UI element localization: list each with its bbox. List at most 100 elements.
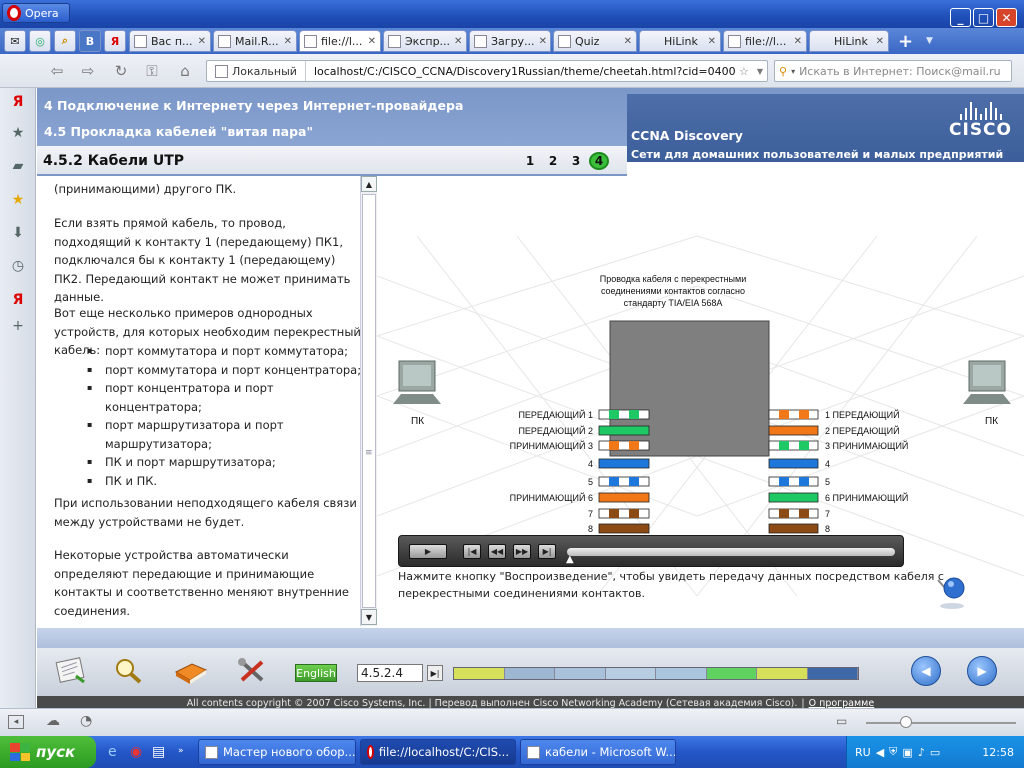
search-field[interactable]: ⚲ ▾ Искать в Интернет: Поиск@mail.ru — [774, 60, 1012, 82]
about-link[interactable]: О программе — [809, 698, 875, 709]
scroll-thumb[interactable] — [362, 194, 376, 608]
browser-tab[interactable]: Загру... ✕ — [469, 30, 551, 52]
go-to-page-button[interactable]: ▶| — [427, 665, 443, 681]
browser-tab[interactable]: Mail.R... ✕ — [213, 30, 297, 52]
new-tab-button[interactable]: + — [898, 31, 913, 52]
widgets-button[interactable]: ⌕ — [54, 30, 76, 52]
close-tab-icon[interactable]: ✕ — [284, 36, 292, 47]
dropdown-chevron-icon[interactable]: ▼ — [753, 67, 767, 76]
network-icon[interactable]: ▣ — [902, 746, 912, 759]
close-tab-icon[interactable]: ✕ — [454, 36, 462, 47]
close-tab-icon[interactable]: ✕ — [624, 36, 632, 47]
mail-panel-button[interactable]: ✉ — [4, 30, 26, 52]
yandex-icon[interactable]: Я — [8, 92, 28, 112]
add-panel-icon[interactable]: + — [8, 316, 28, 336]
progress-segment[interactable] — [757, 668, 808, 679]
yandex-button[interactable]: Я — [104, 30, 126, 52]
panel-toggle-icon[interactable]: ◂ — [8, 715, 24, 729]
forward-arrow-icon[interactable]: ⇨ — [79, 62, 97, 80]
back-arrow-icon[interactable]: ⇦ — [48, 62, 66, 80]
progress-segment[interactable] — [706, 668, 757, 679]
minimize-button[interactable]: _ — [950, 8, 971, 27]
monitor-icon[interactable]: ▭ — [930, 746, 940, 759]
next-page-button[interactable]: ▶ — [967, 656, 997, 686]
scroll-up-icon[interactable]: ▲ — [361, 176, 377, 192]
shield-icon[interactable]: ⛨ — [889, 745, 897, 759]
bookmarks-star-icon[interactable]: ★ — [8, 123, 28, 143]
progress-segment[interactable] — [454, 668, 505, 679]
chrome-icon[interactable]: ◉ — [130, 744, 142, 760]
language-button[interactable]: English — [295, 664, 337, 682]
search-engine-chevron-icon[interactable]: ▾ — [791, 67, 795, 76]
progress-segment[interactable] — [555, 668, 606, 679]
key-icon[interactable]: ⚿ — [143, 62, 161, 80]
zoom-slider[interactable] — [866, 722, 1016, 724]
speed-dial-icon[interactable]: ◔ — [80, 713, 92, 729]
playhead-icon[interactable]: ▲ — [566, 554, 574, 565]
browser-tab[interactable]: Вас п... ✕ — [129, 30, 211, 52]
first-frame-button[interactable]: |◀ — [463, 544, 481, 559]
progress-segment[interactable] — [807, 668, 858, 679]
progress-segment[interactable] — [656, 668, 707, 679]
zoom-slider-knob[interactable] — [900, 716, 912, 728]
vk-button[interactable]: В — [79, 30, 101, 52]
security-badge[interactable]: Локальный — [207, 61, 306, 81]
maximize-button[interactable]: □ — [973, 8, 994, 27]
page-button-2[interactable]: 2 — [543, 152, 563, 170]
close-tab-icon[interactable]: ✕ — [198, 36, 206, 47]
browser-tab[interactable]: Quiz ✕ — [553, 30, 637, 52]
search-engine-icon[interactable]: ⚲ — [779, 65, 787, 78]
opera-link-button[interactable]: ◎ — [29, 30, 51, 52]
browser-tab[interactable]: HiLink ✕ — [639, 30, 721, 52]
favorites-star-icon[interactable]: ★ — [8, 190, 28, 210]
playback-track[interactable] — [567, 548, 895, 556]
volume-icon[interactable]: ♪ — [918, 746, 925, 759]
page-button-1[interactable]: 1 — [520, 152, 540, 170]
cloud-icon[interactable]: ☁ — [46, 713, 60, 729]
yandex-icon-2[interactable]: Я — [8, 290, 28, 310]
close-tab-icon[interactable]: ✕ — [708, 36, 716, 47]
tray-arrow-icon[interactable]: ◀ — [876, 746, 884, 759]
last-frame-button[interactable]: ▶| — [538, 544, 556, 559]
task-opera[interactable]: file://localhost/C:/CIS... — [360, 739, 516, 765]
rewind-button[interactable]: ◀◀ — [488, 544, 506, 559]
language-indicator[interactable]: RU — [855, 746, 871, 759]
view-icon[interactable]: ▭ — [836, 714, 847, 728]
ie-icon[interactable]: e — [108, 744, 117, 760]
notes-icon[interactable]: ▰ — [8, 156, 28, 176]
opera-menu-button[interactable]: Opera — [2, 3, 70, 23]
browser-tab[interactable]: file://l... ✕ — [723, 30, 807, 52]
history-clock-icon[interactable]: ◷ — [8, 256, 28, 276]
quicklaunch-icon[interactable]: ▤ — [152, 744, 165, 760]
tools-button[interactable] — [229, 652, 275, 690]
browser-tab[interactable]: HiLink ✕ — [809, 30, 889, 52]
task-word[interactable]: кабели - Microsoft W... — [520, 739, 676, 765]
close-tab-icon[interactable]: ✕ — [539, 36, 547, 47]
browser-tab[interactable]: Экспр... ✕ — [383, 30, 467, 52]
star-icon[interactable]: ☆ — [735, 65, 753, 78]
start-button[interactable]: пуск — [0, 736, 96, 768]
fast-forward-button[interactable]: ▶▶ — [513, 544, 531, 559]
close-tab-icon[interactable]: ✕ — [368, 36, 376, 47]
scroll-down-icon[interactable]: ▼ — [361, 609, 377, 625]
home-icon[interactable]: ⌂ — [176, 62, 194, 80]
address-bar[interactable]: Локальный localhost/C:/CISCO_CCNA/Discov… — [206, 60, 768, 82]
progress-segment[interactable] — [504, 668, 555, 679]
previous-page-button[interactable]: ◀ — [911, 656, 941, 686]
tab-list-chevron-icon[interactable]: ▼ — [926, 36, 933, 46]
play-button[interactable]: ▶ — [409, 544, 447, 559]
page-button-4[interactable]: 4 — [589, 152, 609, 170]
page-button-3[interactable]: 3 — [566, 152, 586, 170]
quicklaunch-chevron-icon[interactable]: » — [178, 746, 184, 756]
close-tab-icon[interactable]: ✕ — [876, 36, 884, 47]
close-window-button[interactable]: ✕ — [996, 8, 1017, 27]
reload-icon[interactable]: ↻ — [112, 62, 130, 80]
progress-segment[interactable] — [605, 668, 656, 679]
notes-tool-button[interactable] — [47, 652, 93, 690]
page-number-input[interactable]: 4.5.2.4 — [357, 664, 423, 682]
task-wizard[interactable]: Мастер нового обор... — [198, 739, 356, 765]
text-scrollbar[interactable]: ▲ ≡ ▼ — [360, 176, 377, 626]
search-tool-button[interactable] — [105, 652, 151, 690]
glossary-tool-button[interactable] — [167, 652, 213, 690]
browser-tab[interactable]: file://l... ✕ — [299, 30, 381, 52]
